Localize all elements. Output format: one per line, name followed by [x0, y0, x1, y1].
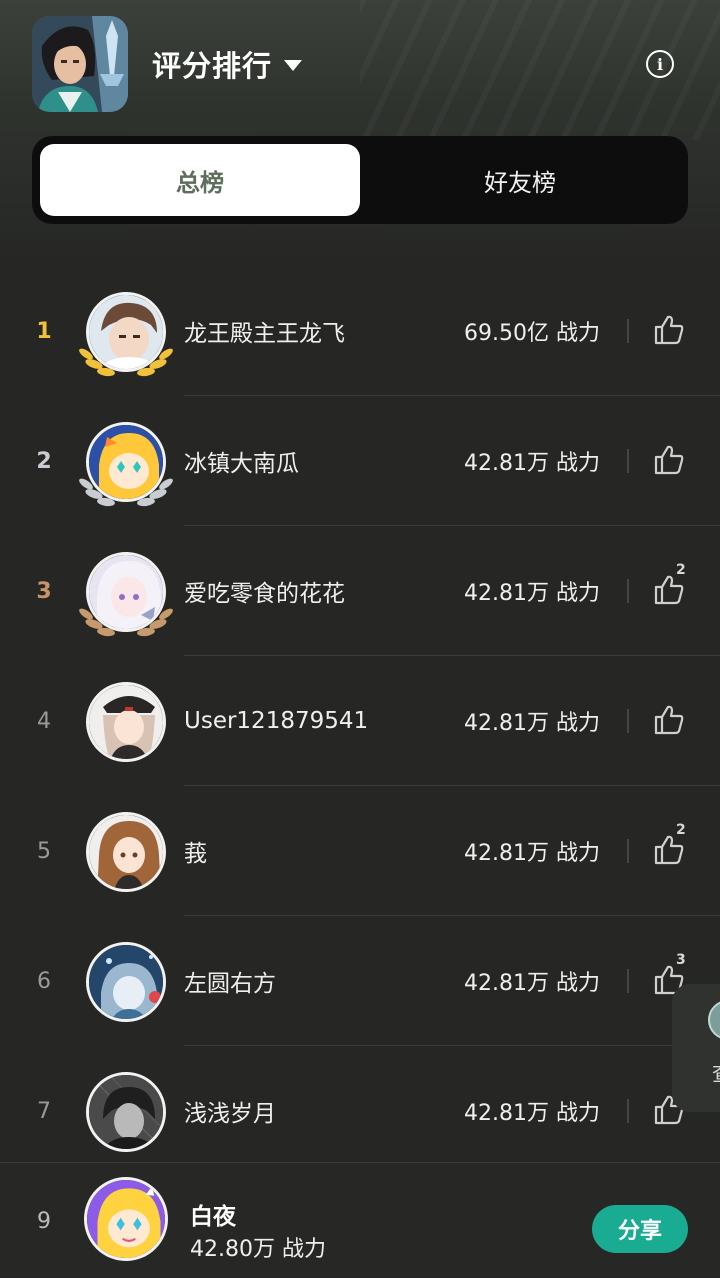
player-name: User121879541 [184, 708, 369, 734]
combat-power: 42.81万 战力 [464, 451, 600, 476]
leaderboard-tabs: 总榜 好友榜 [32, 136, 688, 224]
game-character-icon [32, 16, 128, 112]
avatar-wrap [78, 288, 174, 384]
vertical-divider [627, 1099, 629, 1123]
avatar-wrap [78, 808, 174, 904]
ranking-row[interactable]: 4 User121879541 42.81万 战力 [0, 656, 720, 786]
player-name: 龙王殿主王龙飞 [184, 321, 345, 347]
thumbs-up-icon [654, 315, 684, 345]
avatar-wrap [78, 1068, 174, 1164]
tab-friends[interactable]: 好友榜 [360, 144, 680, 216]
like-button[interactable] [652, 703, 686, 737]
caret-down-icon [284, 60, 303, 71]
character-face-icon [708, 1000, 720, 1040]
like-button[interactable] [652, 443, 686, 477]
my-name: 白夜 [190, 1204, 236, 1230]
vertical-divider [627, 579, 629, 603]
rank-number: 7 [37, 1098, 51, 1124]
rank-number: 3 [36, 578, 52, 604]
page-title: 评分排行 [152, 49, 273, 83]
ranking-row[interactable]: 6 左圆右方 42.81万 战力 3 [0, 916, 720, 1046]
rank-number: 2 [36, 448, 52, 474]
vertical-divider [627, 839, 629, 863]
ranking-row[interactable]: 7 浅浅岁月 42.81万 战力 [0, 1046, 720, 1176]
combat-power: 42.81万 战力 [464, 581, 600, 606]
laurel-wreath-icon [79, 348, 173, 377]
anime-military-girl-avatar [89, 685, 163, 759]
my-rank: 9 [37, 1208, 51, 1234]
combat-power: 42.81万 战力 [464, 841, 600, 866]
laurel-wreath-icon [79, 478, 173, 507]
thumbs-up-icon [654, 835, 684, 865]
ranking-list: 1 龙王殿主王龙飞 69.50亿 战力 2 冰镇大南瓜 42.81万 战力 3 爱吃零食的花花… [0, 266, 720, 1176]
cartoon-star-girl-avatar [87, 1180, 165, 1258]
avatar[interactable] [86, 1072, 166, 1152]
like-button[interactable] [652, 573, 686, 607]
avatar[interactable] [86, 812, 166, 892]
rank-number: 5 [37, 838, 51, 864]
ranking-row[interactable]: 2 冰镇大南瓜 42.81万 战力 [0, 396, 720, 526]
vertical-divider [627, 449, 629, 473]
laurel-wreath-icon [79, 608, 173, 637]
combat-power: 42.81万 战力 [464, 1101, 600, 1126]
like-count: 3 [676, 952, 686, 968]
dark-rain-boy-avatar [89, 1075, 163, 1149]
game-icon[interactable] [32, 16, 128, 112]
thumbs-up-icon [654, 575, 684, 605]
ranking-title-dropdown[interactable]: 评分排行 [152, 40, 303, 88]
player-name: 莪 [184, 841, 207, 867]
combat-power: 42.81万 战力 [464, 971, 600, 996]
like-count: 2 [676, 562, 686, 578]
side-bubble-text: 查 [712, 1058, 720, 1088]
like-count: 2 [676, 822, 686, 838]
vertical-divider [627, 969, 629, 993]
info-icon[interactable]: i [646, 50, 674, 78]
player-name: 浅浅岁月 [184, 1101, 276, 1127]
thumbs-up-icon [654, 705, 684, 735]
vertical-divider [627, 319, 629, 343]
like-button[interactable] [652, 313, 686, 347]
tab-overall[interactable]: 总榜 [40, 144, 360, 216]
floating-side-bubble[interactable]: 查 [672, 984, 720, 1112]
ranking-row[interactable]: 5 莪 42.81万 战力 2 [0, 786, 720, 916]
my-avatar-wrap [78, 1177, 174, 1273]
share-button[interactable]: 分享 [592, 1205, 688, 1253]
thumbs-up-icon [654, 445, 684, 475]
rank-number: 1 [36, 318, 52, 344]
ranking-row[interactable]: 3 爱吃零食的花花 42.81万 战力 2 [0, 526, 720, 656]
combat-power: 69.50亿 战力 [464, 321, 600, 346]
avatar[interactable] [86, 682, 166, 762]
combat-power: 42.81万 战力 [464, 711, 600, 736]
player-name: 冰镇大南瓜 [184, 451, 299, 477]
avatar-wrap [78, 548, 174, 644]
avatar-wrap [78, 678, 174, 774]
avatar-wrap [78, 418, 174, 514]
ranking-row[interactable]: 1 龙王殿主王龙飞 69.50亿 战力 [0, 266, 720, 396]
avatar[interactable] [86, 942, 166, 1022]
player-name: 爱吃零食的花花 [184, 581, 345, 607]
rank-number: 4 [37, 708, 51, 734]
rank-number: 6 [37, 968, 51, 994]
my-power: 42.80万 战力 [190, 1237, 326, 1262]
my-ranking-bar: 9 白夜 42.80万 战力 分享 [0, 1162, 720, 1278]
player-name: 左圆右方 [184, 971, 276, 997]
avatar-wrap [78, 938, 174, 1034]
my-avatar[interactable] [84, 1177, 168, 1261]
vertical-divider [627, 709, 629, 733]
anime-brown-hair-girl-avatar [89, 815, 163, 889]
header: 评分排行 i [0, 0, 720, 130]
like-button[interactable] [652, 833, 686, 867]
anime-blue-night-avatar [89, 945, 163, 1019]
